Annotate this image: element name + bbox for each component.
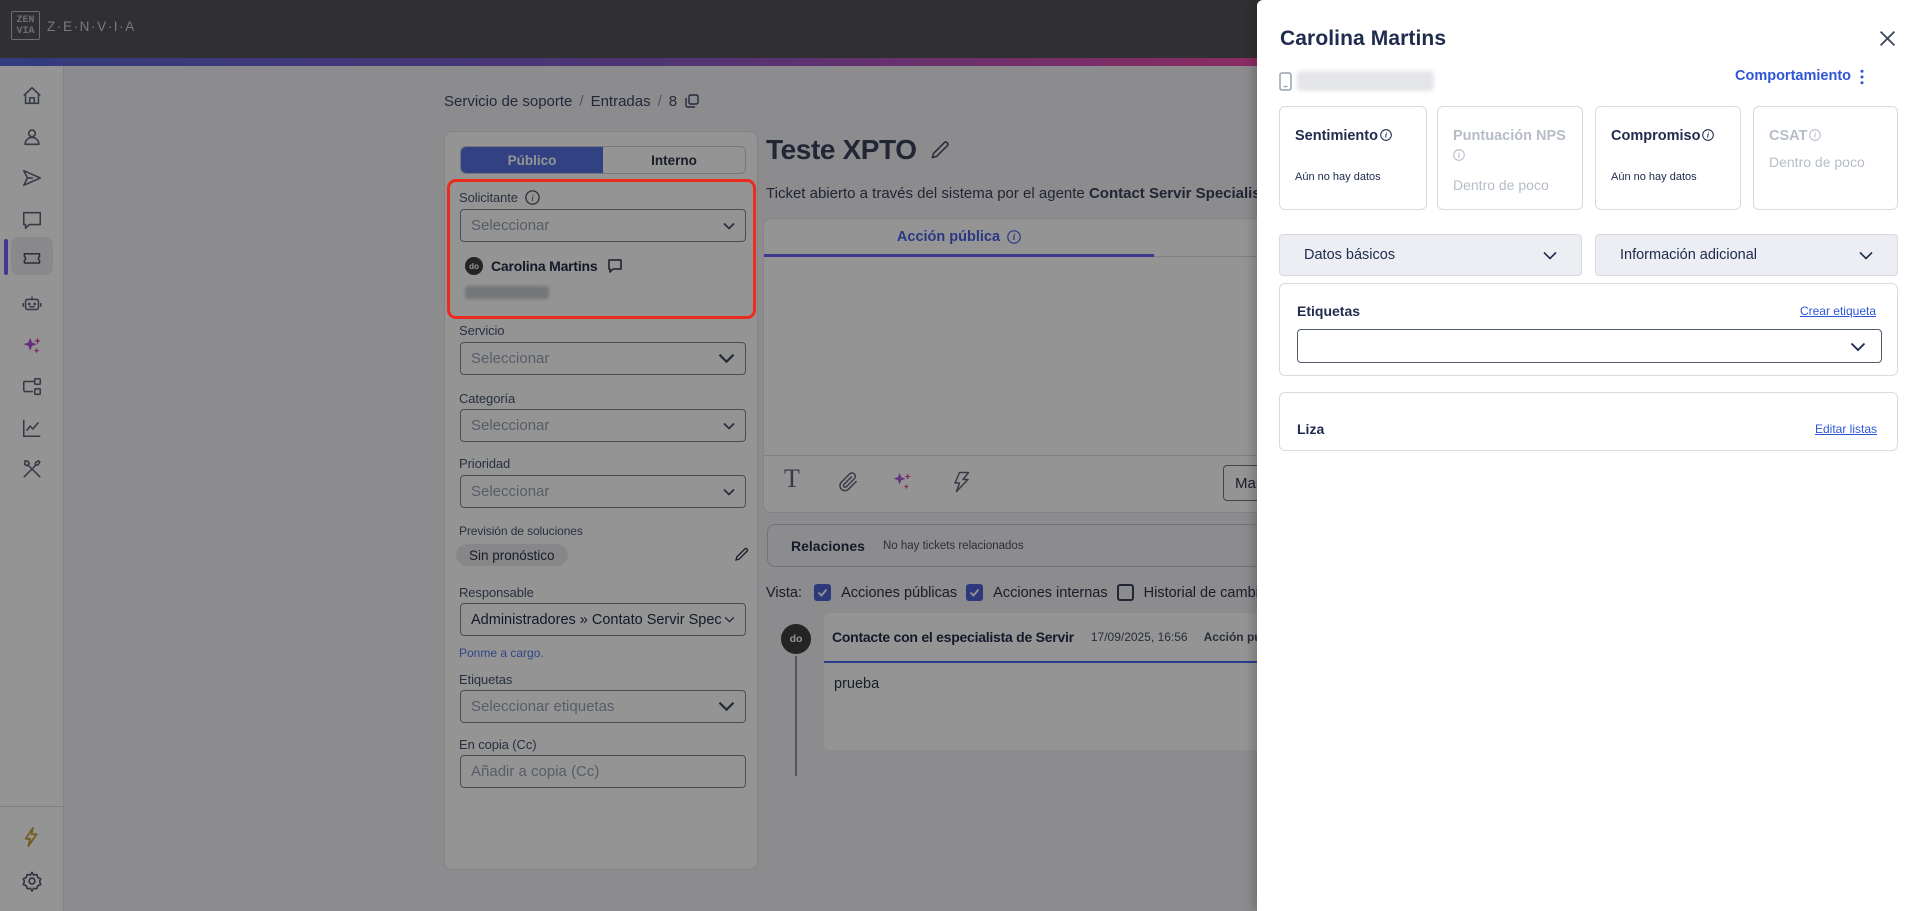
svg-text:i: i [1707,131,1710,140]
svg-text:i: i [1458,151,1461,160]
svg-text:i: i [1814,131,1817,140]
svg-text:i: i [1385,131,1388,140]
